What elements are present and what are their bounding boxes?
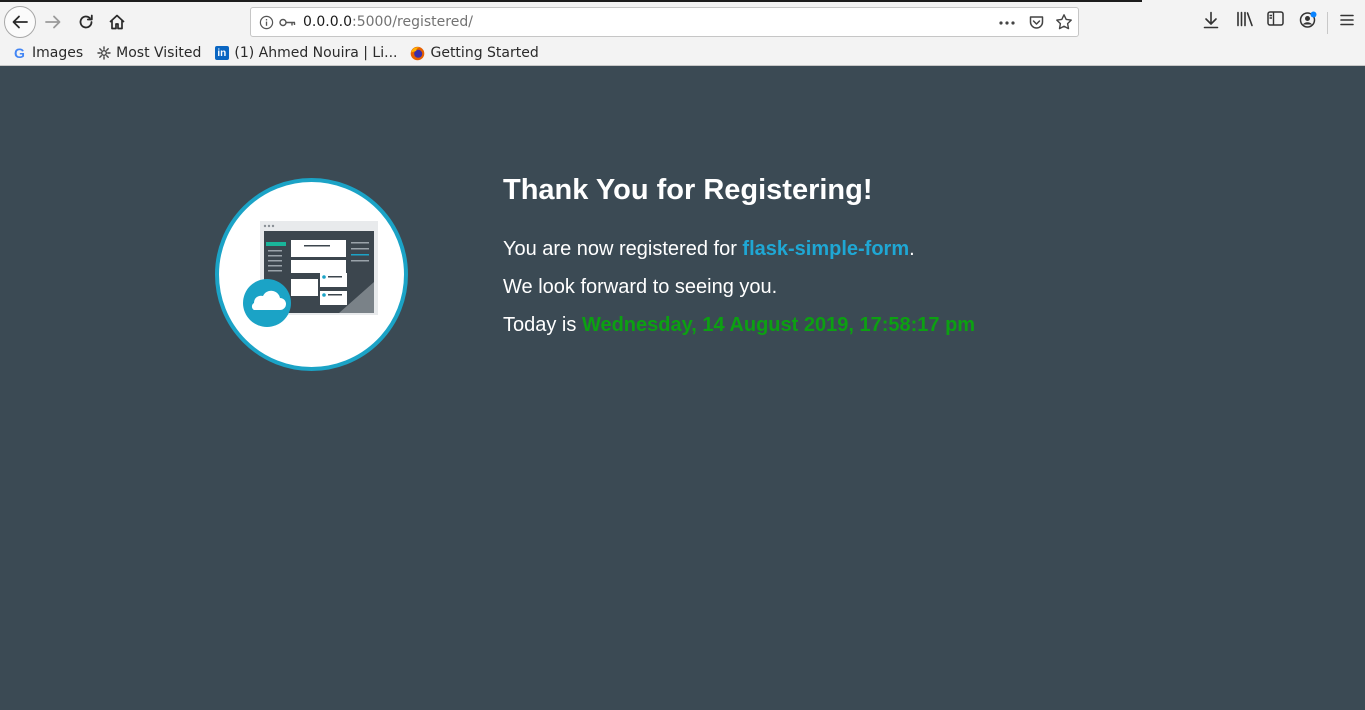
gear-icon [96, 46, 111, 61]
registration-illustration [215, 178, 408, 371]
bookmark-label: Most Visited [116, 45, 202, 61]
bookmark-getting-started[interactable]: Getting Started [410, 45, 539, 61]
google-icon: G [14, 45, 25, 61]
key-icon[interactable] [279, 17, 296, 28]
url-path: :5000/registered/ [351, 14, 473, 30]
reload-button[interactable] [71, 7, 101, 37]
home-icon [109, 14, 125, 30]
toolbar-separator [1327, 12, 1328, 34]
app-name: flask-simple-form [742, 238, 910, 260]
url-text[interactable]: 0.0.0.0:5000/registered/ [303, 14, 473, 30]
account-icon[interactable] [1299, 11, 1317, 29]
bookmark-star-icon[interactable] [1055, 13, 1073, 31]
bookmark-label: Getting Started [430, 45, 539, 61]
bookmark-most-visited[interactable]: Most Visited [96, 45, 201, 61]
bookmark-images[interactable]: G Images [12, 45, 83, 61]
registration-prefix: You are now registered for [503, 238, 743, 260]
more-actions-icon[interactable] [999, 21, 1015, 25]
page-title: Thank You for Registering! [503, 174, 873, 206]
url-host: 0.0.0.0 [303, 14, 352, 30]
arrow-left-icon [12, 15, 28, 29]
reload-icon [79, 14, 93, 29]
firefox-icon [410, 46, 425, 61]
registration-suffix: . [909, 238, 915, 260]
home-button[interactable] [102, 7, 132, 37]
look-forward-message: We look forward to seeing you. [503, 276, 778, 298]
dashboard-cloud-icon [243, 221, 378, 327]
current-date: Wednesday, 14 August 2019, 17:58:17 pm [581, 314, 976, 336]
tab-strip-edge [0, 0, 1142, 2]
pocket-icon[interactable] [1028, 14, 1045, 31]
sidebar-icon[interactable] [1267, 11, 1284, 26]
registration-message: You are now registered for flask-simple-… [503, 238, 915, 261]
linkedin-icon: in [214, 46, 229, 61]
date-prefix: Today is [503, 314, 582, 336]
forward-button[interactable] [38, 7, 68, 37]
address-bar[interactable]: 0.0.0.0:5000/registered/ [250, 7, 1079, 37]
back-button[interactable] [4, 6, 36, 38]
date-message: Today is Wednesday, 14 August 2019, 17:5… [503, 314, 975, 337]
thank-you-content: Thank You for Registering! You are now r… [503, 174, 975, 336]
downloads-icon[interactable] [1203, 11, 1219, 29]
bookmark-label: Images [32, 45, 84, 61]
hamburger-menu-icon[interactable] [1340, 14, 1354, 26]
bookmarks-bar: G Images Most Visited in (1) Ahmed Nouir… [0, 41, 552, 65]
browser-toolbar: 0.0.0.0:5000/registered/ G Images Most V… [0, 0, 1365, 66]
page-body: Thank You for Registering! You are now r… [0, 66, 1365, 710]
bookmark-label: (1) Ahmed Nouira | Li... [234, 45, 398, 61]
info-icon[interactable] [259, 15, 274, 30]
bookmark-linkedin[interactable]: in (1) Ahmed Nouira | Li... [214, 45, 397, 61]
arrow-right-icon [45, 15, 61, 29]
library-icon[interactable] [1236, 11, 1254, 27]
